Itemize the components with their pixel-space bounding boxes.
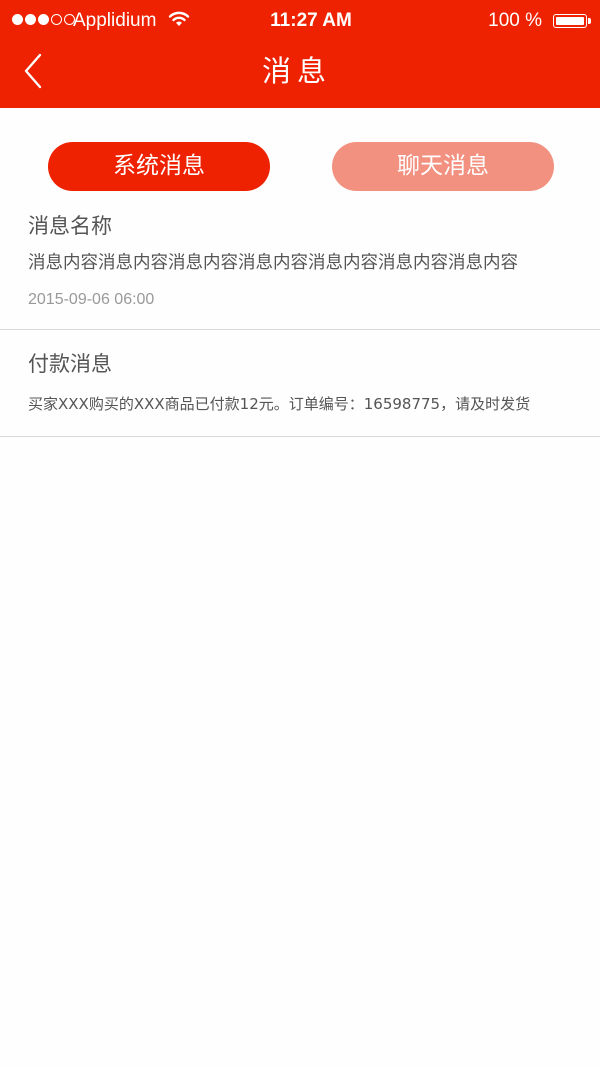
header: Applidium 11:27 AM 100 % 消息 <box>0 0 600 108</box>
battery-tip <box>588 18 591 24</box>
message-time: 2015-09-06 06:00 <box>28 291 155 308</box>
message-title: 消息名称 <box>28 214 112 238</box>
battery-icon <box>553 14 587 28</box>
message-item[interactable]: 付款消息 买家XXX购买的XXX商品已付款12元。订单编号：16598775，请… <box>0 330 600 437</box>
tab-system-messages[interactable]: 系统消息 <box>48 142 270 191</box>
message-item[interactable]: 消息名称 消息内容消息内容消息内容消息内容消息内容消息内容消息内容 2015-0… <box>0 200 600 330</box>
battery-percentage: 100 % <box>488 10 542 31</box>
message-title: 付款消息 <box>28 352 112 376</box>
message-content: 买家XXX购买的XXX商品已付款12元。订单编号：16598775，请及时发货 <box>28 395 531 413</box>
tab-chat-messages[interactable]: 聊天消息 <box>332 142 554 191</box>
status-bar: Applidium 11:27 AM 100 % <box>0 0 600 40</box>
page-title: 消息 <box>261 54 332 88</box>
message-content: 消息内容消息内容消息内容消息内容消息内容消息内容消息内容 <box>28 253 518 273</box>
